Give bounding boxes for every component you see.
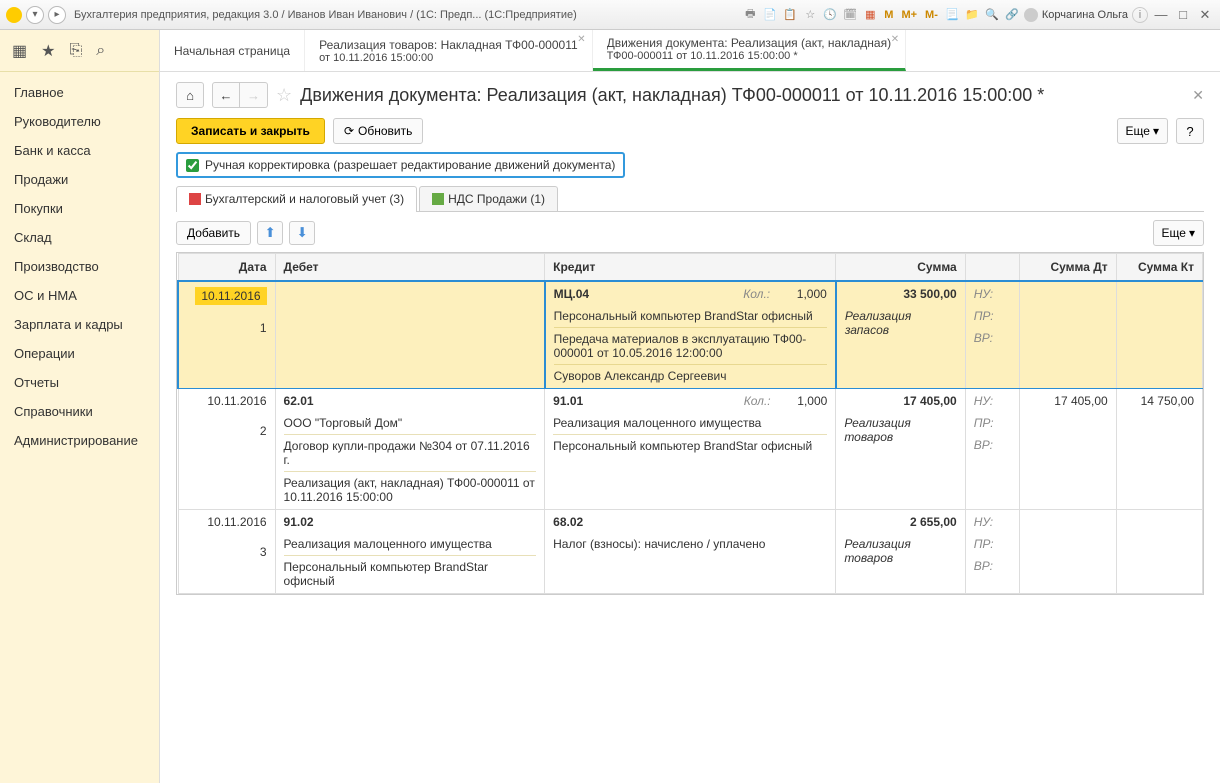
calc-icon[interactable]: 🗓 (842, 7, 858, 23)
sidebar-item[interactable]: Администрирование (0, 426, 159, 455)
toolbar: Записать и закрыть ⟳Обновить Еще▾ ? (176, 118, 1204, 144)
col-date[interactable]: Дата (178, 254, 275, 282)
nav-back-icon[interactable]: ▾ (26, 6, 44, 24)
forward-button[interactable]: → (240, 82, 268, 108)
m-button[interactable]: M (882, 9, 895, 21)
sidebar-item[interactable]: Зарплата и кадры (0, 310, 159, 339)
page-title: Движения документа: Реализация (акт, нак… (300, 85, 1184, 106)
sidebar-item[interactable]: Операции (0, 339, 159, 368)
doc-icon[interactable]: 📄 (762, 7, 778, 23)
register-tab[interactable]: НДС Продажи (1) (419, 186, 558, 211)
table-row[interactable]: 10.11.2016391.02Реализация малоценного и… (178, 510, 1203, 594)
document-tab[interactable]: Реализация товаров: Накладная ТФ00-00001… (305, 30, 593, 71)
chevron-down-icon: ▾ (1153, 124, 1159, 138)
accounting-icon (189, 193, 201, 205)
move-up-button[interactable]: ⬆ (257, 221, 283, 245)
page-header: ⌂ ← → ☆ Движения документа: Реализация (… (176, 82, 1204, 108)
col-sumdt[interactable]: Сумма Дт (1019, 254, 1116, 282)
favorite-toggle-icon[interactable]: ☆ (276, 85, 292, 106)
sidebar-item[interactable]: Справочники (0, 397, 159, 426)
col-debit[interactable]: Дебет (275, 254, 545, 282)
print-icon[interactable]: 🖶 (742, 7, 758, 23)
add-button[interactable]: Добавить (176, 221, 251, 245)
col-tag[interactable] (965, 254, 1019, 282)
search-tb-icon[interactable]: 🔍 (984, 7, 1000, 23)
vat-icon (432, 193, 444, 205)
m-plus-button[interactable]: M+ (899, 9, 919, 21)
postings-table: Дата Дебет Кредит Сумма Сумма Дт Сумма К… (176, 252, 1204, 595)
sidebar-tools: ▦ ★ ⎘ ⌕ (0, 30, 159, 72)
clipboard-icon[interactable]: 📋 (782, 7, 798, 23)
register-tab[interactable]: Бухгалтерский и налоговый учет (3) (176, 186, 417, 211)
col-sum[interactable]: Сумма (836, 254, 965, 282)
search-nav-icon[interactable]: ⌕ (96, 42, 105, 60)
user-indicator[interactable]: Корчагина Ольга (1024, 8, 1128, 22)
close-tab-icon[interactable]: ✕ (577, 34, 585, 45)
move-down-button[interactable]: ⬇ (289, 221, 315, 245)
user-icon (1024, 8, 1038, 22)
chevron-down-icon: ▾ (1189, 226, 1195, 240)
help-button[interactable]: ? (1176, 118, 1204, 144)
more-button[interactable]: Еще▾ (1117, 118, 1168, 144)
close-tab-icon[interactable]: ✕ (891, 34, 899, 45)
table-row[interactable]: 10.11.2016262.01ООО "Торговый Дом"Догово… (178, 389, 1203, 510)
table-more-button[interactable]: Еще▾ (1153, 220, 1204, 246)
nav-forward-icon[interactable]: ▸ (48, 6, 66, 24)
apps-icon[interactable]: ▦ (12, 41, 27, 61)
new-doc-icon[interactable]: 📃 (944, 7, 960, 23)
calendar-icon[interactable]: ▦ (862, 7, 878, 23)
app-icon (6, 7, 22, 23)
link-icon[interactable]: 🔗 (1004, 7, 1020, 23)
clipboard-nav-icon[interactable]: ⎘ (69, 42, 82, 60)
sidebar-item[interactable]: Главное (0, 78, 159, 107)
refresh-icon: ⟳ (344, 124, 354, 138)
history-icon[interactable]: 🕓 (822, 7, 838, 23)
register-tabs: Бухгалтерский и налоговый учет (3)НДС Пр… (176, 186, 1204, 212)
table-toolbar: Добавить ⬆ ⬇ Еще▾ (176, 220, 1204, 246)
document-tab[interactable]: Начальная страница (160, 30, 305, 71)
sidebar-item[interactable]: Покупки (0, 194, 159, 223)
titlebar: ▾ ▸ Бухгалтерия предприятия, редакция 3.… (0, 0, 1220, 30)
sidebar-item[interactable]: Продажи (0, 165, 159, 194)
sidebar-item[interactable]: Производство (0, 252, 159, 281)
favorite-icon[interactable]: ☆ (802, 7, 818, 23)
sidebar-item[interactable]: Руководителю (0, 107, 159, 136)
star-nav-icon[interactable]: ★ (41, 41, 55, 61)
m-minus-button[interactable]: M- (923, 9, 940, 21)
back-button[interactable]: ← (212, 82, 240, 108)
refresh-button[interactable]: ⟳Обновить (333, 118, 423, 144)
home-button[interactable]: ⌂ (176, 82, 204, 108)
sidebar: ▦ ★ ⎘ ⌕ ГлавноеРуководителюБанк и кассаП… (0, 30, 160, 783)
minimize-icon[interactable]: — (1152, 7, 1170, 23)
manual-edit-input[interactable] (186, 159, 199, 172)
sidebar-item[interactable]: Склад (0, 223, 159, 252)
folder-icon[interactable]: 📁 (964, 7, 980, 23)
close-window-icon[interactable]: ✕ (1196, 7, 1214, 23)
col-sumkt[interactable]: Сумма Кт (1116, 254, 1202, 282)
close-page-icon[interactable]: ✕ (1192, 87, 1204, 104)
document-tabs: Начальная страницаРеализация товаров: На… (160, 30, 1220, 72)
window-title: Бухгалтерия предприятия, редакция 3.0 / … (74, 9, 577, 21)
info-icon[interactable]: i (1132, 7, 1148, 23)
table-row[interactable]: 10.11.20161МЦ.04Кол.: 1,000Персональный … (178, 281, 1203, 389)
document-tab[interactable]: Движения документа: Реализация (акт, нак… (593, 30, 906, 71)
sidebar-item[interactable]: Банк и касса (0, 136, 159, 165)
col-credit[interactable]: Кредит (545, 254, 836, 282)
save-close-button[interactable]: Записать и закрыть (176, 118, 325, 144)
manual-edit-checkbox[interactable]: Ручная корректировка (разрешает редактир… (176, 152, 625, 178)
maximize-icon[interactable]: □ (1174, 7, 1192, 23)
sidebar-item[interactable]: Отчеты (0, 368, 159, 397)
sidebar-item[interactable]: ОС и НМА (0, 281, 159, 310)
